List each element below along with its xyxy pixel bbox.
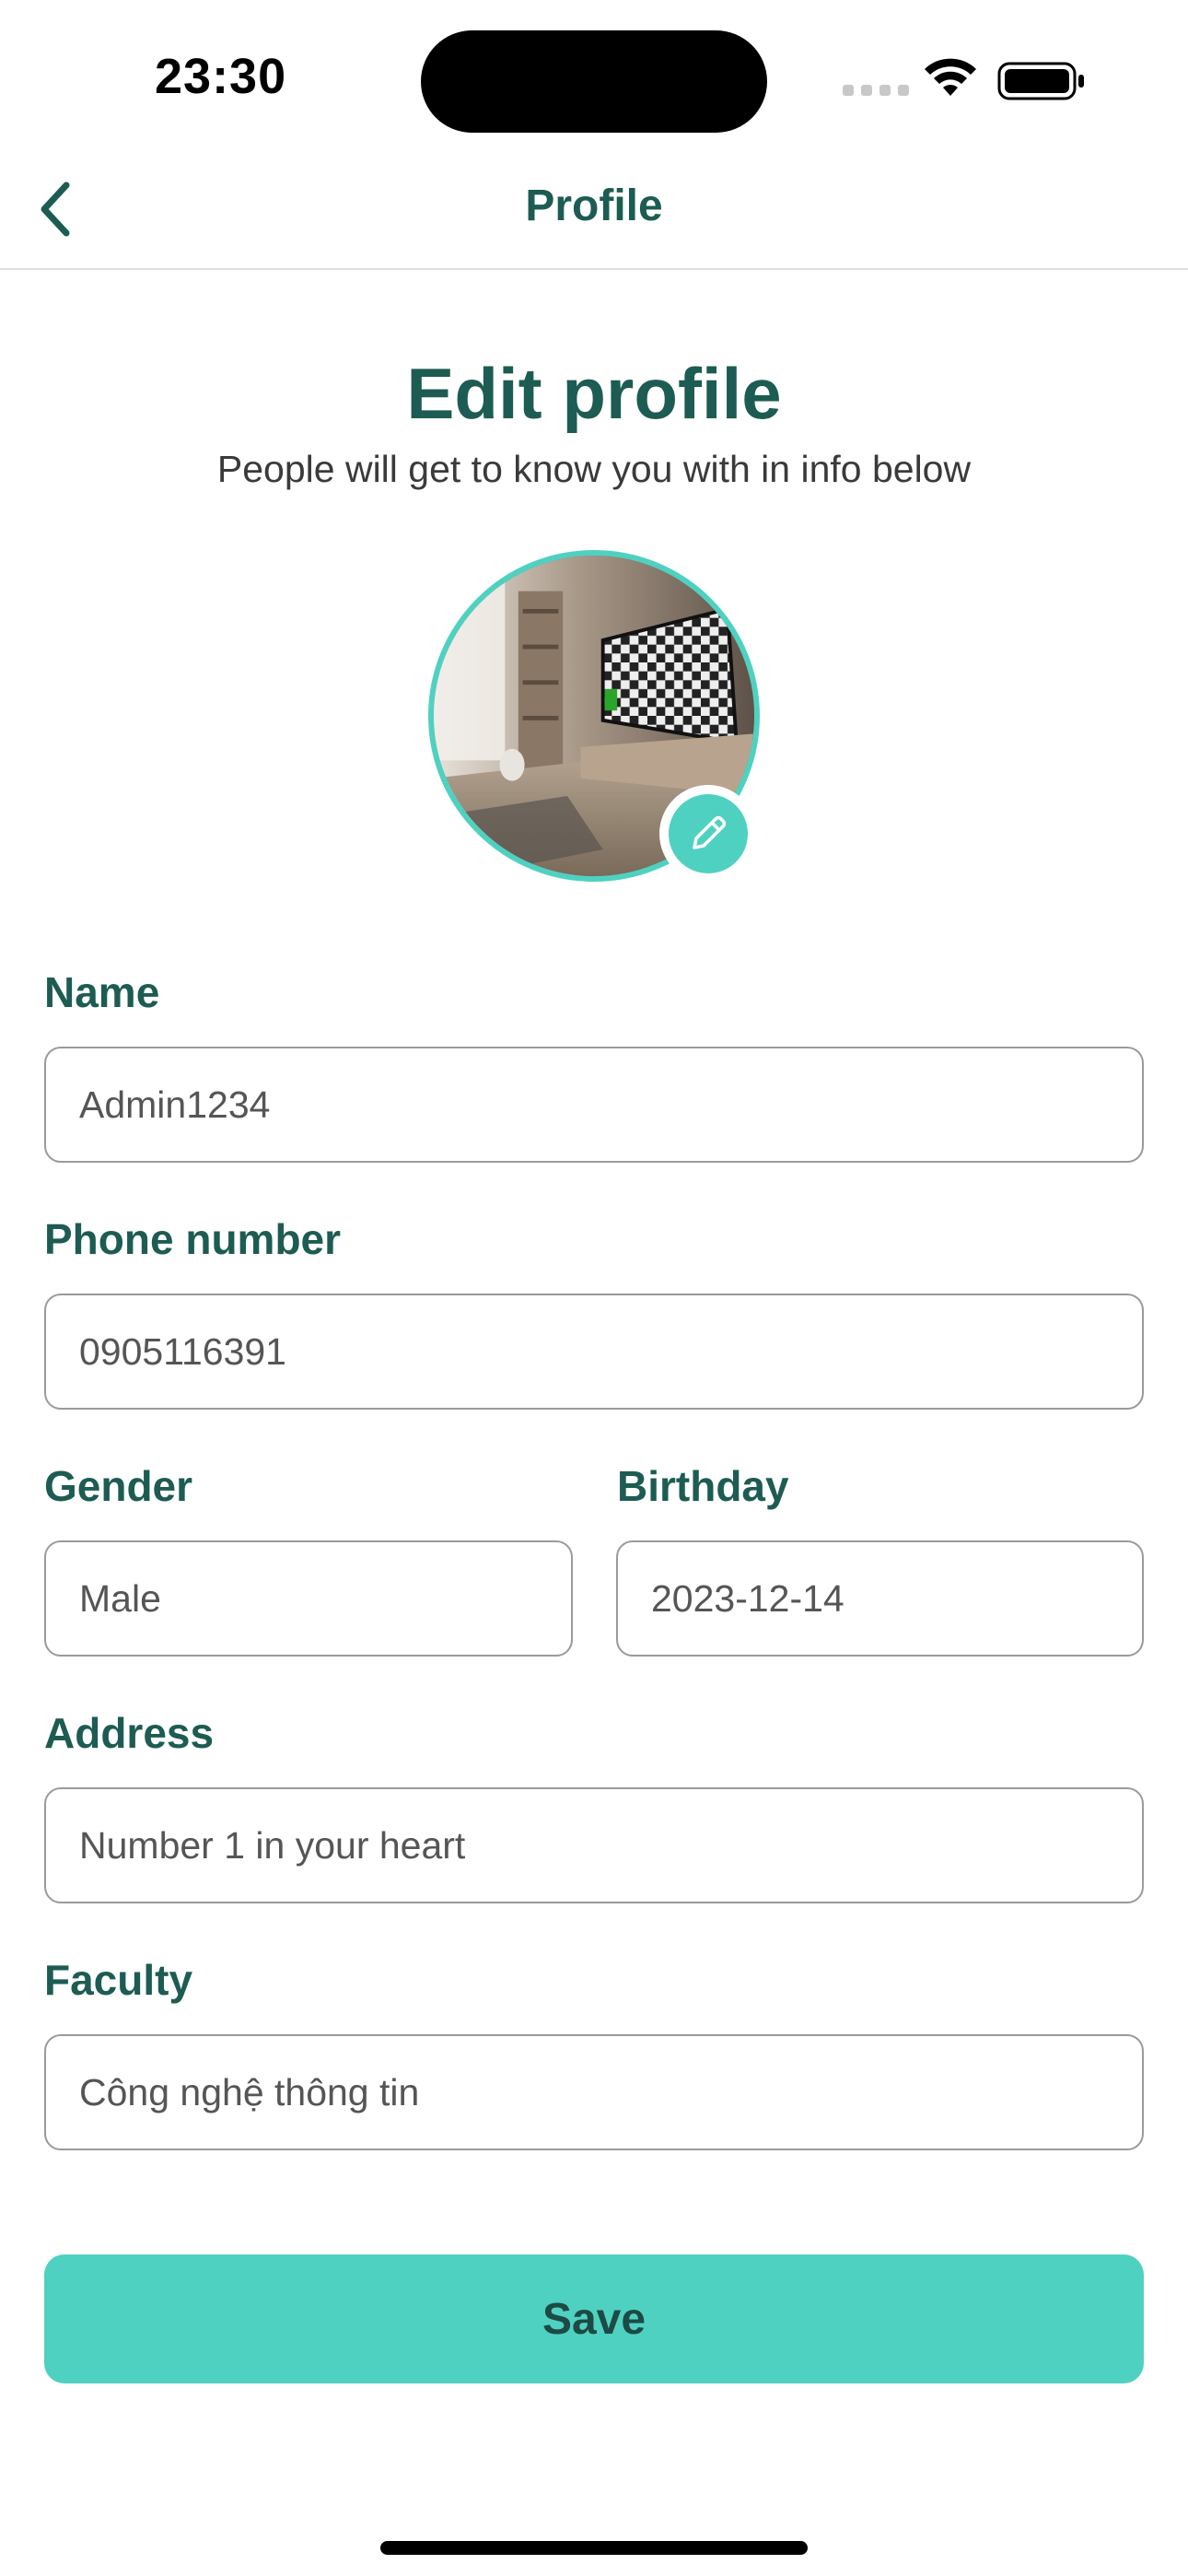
phone-label: Phone number (44, 1215, 342, 1263)
edit-avatar-button[interactable] (659, 785, 757, 883)
battery-icon (997, 62, 1084, 100)
nav-divider (0, 268, 1188, 270)
page-title: Edit profile (406, 353, 782, 434)
status-time: 23:30 (155, 49, 287, 104)
faculty-input[interactable] (44, 2034, 1144, 2150)
address-label: Address (44, 1709, 215, 1757)
edit-avatar-badge (669, 794, 748, 873)
name-label: Name (44, 968, 160, 1016)
address-input[interactable] (44, 1787, 1144, 1903)
birthday-input[interactable] (616, 1540, 1144, 1657)
gender-input[interactable] (44, 1540, 573, 1657)
name-input[interactable] (44, 1047, 1144, 1163)
faculty-label: Faculty (44, 1956, 193, 2004)
nav-title: Profile (525, 181, 663, 230)
save-button[interactable]: Save (44, 2254, 1144, 2383)
edit-profile-screen: 23:30 Profile Edit profile People will g… (0, 0, 1188, 2576)
phone-input[interactable] (44, 1294, 1144, 1410)
pencil-icon (693, 815, 727, 849)
cellular-signal-icon (843, 85, 909, 96)
dynamic-island (421, 30, 767, 133)
wifi-icon (925, 58, 976, 96)
gender-label: Gender (44, 1462, 193, 1510)
home-indicator (380, 2541, 808, 2555)
page-subtitle: People will get to know you with in info… (216, 448, 972, 490)
birthday-label: Birthday (617, 1462, 789, 1510)
